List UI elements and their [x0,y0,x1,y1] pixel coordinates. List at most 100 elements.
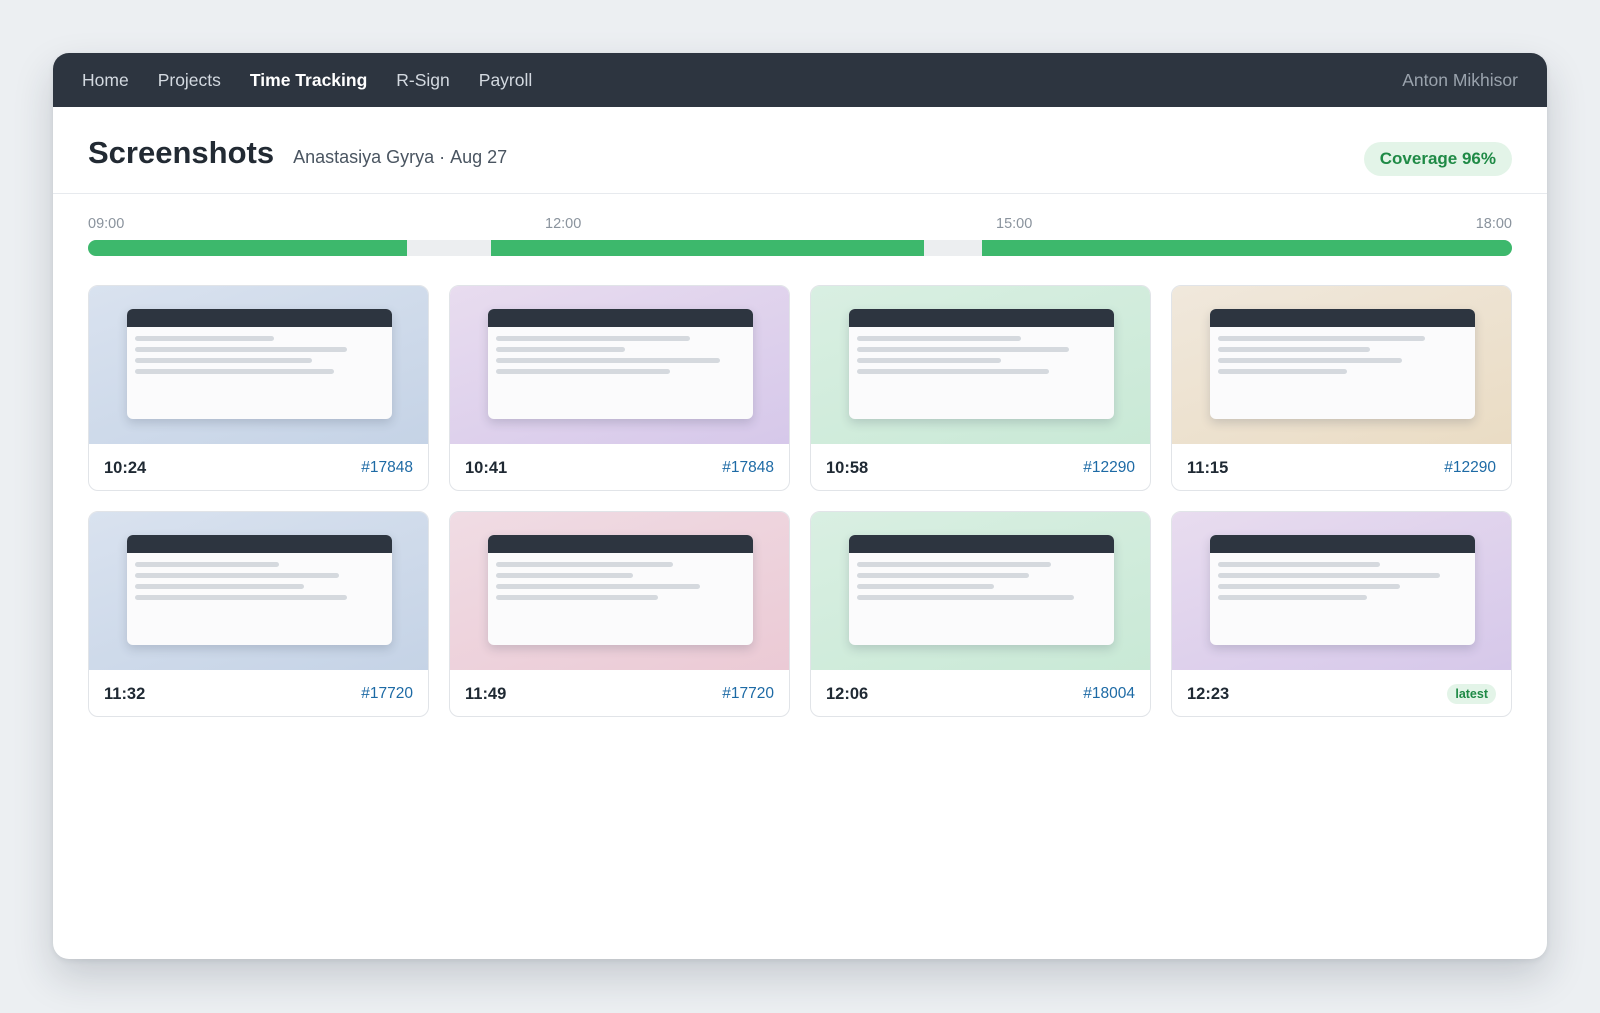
thumbnail-text-line [1218,369,1347,374]
screenshot-grid: 10:24 #17848 10:41 #17848 10:58 #12290 11:15 #1… [88,285,1512,717]
screenshot-card[interactable]: 12:23 latest [1171,511,1512,717]
screenshot-thumbnail[interactable] [89,512,428,670]
screenshot-time: 11:49 [465,684,507,703]
ticket-link[interactable]: #12290 [1083,459,1135,477]
timeline-tick: 12:00 [545,216,582,232]
header-divider [53,193,1547,194]
thumbnail-titlebar [127,309,392,327]
screenshot-card[interactable]: 10:58 #12290 [810,285,1151,491]
thumbnail-text-line [496,358,720,363]
thumbnail-text-line [857,573,1029,578]
screenshot-card[interactable]: 10:24 #17848 [88,285,429,491]
thumbnail-text-line [135,347,347,352]
thumbnail-window-preview [127,535,392,645]
timeline-tick: 18:00 [1475,216,1512,232]
screenshot-thumbnail[interactable] [1172,286,1511,444]
thumbnail-text-line [135,573,339,578]
card-footer: 11:15 #12290 [1172,444,1511,490]
thumbnail-text-line [1218,347,1370,352]
timeline-active-segment [491,240,924,256]
thumbnail-window-preview [849,535,1114,645]
thumbnail-titlebar [1210,535,1475,553]
thumbnail-text-line [1218,562,1380,567]
screenshot-card[interactable]: 11:49 #17720 [449,511,790,717]
thumbnail-text-line [857,358,1001,363]
ticket-link[interactable]: #12290 [1444,459,1496,477]
page-title: Screenshots [88,135,275,170]
nav-item-home[interactable]: Home [82,70,129,91]
ticket-link[interactable]: #17848 [361,459,413,477]
employee-name: Anastasiya Gyrya [293,147,435,167]
screenshot-thumbnail[interactable] [450,512,789,670]
thumbnail-titlebar [488,535,753,553]
screenshot-time: 12:06 [826,684,869,703]
thumbnail-text-line [135,595,347,600]
ticket-link[interactable]: #17720 [361,685,413,703]
thumbnail-text-line [857,369,1049,374]
timeline-active-segment [981,240,1512,256]
thumbnail-text-line [135,358,312,363]
ticket-link[interactable]: #17848 [722,459,774,477]
top-navigation: Home Projects Time Tracking R-Sign Payro… [53,53,1547,107]
card-footer: 12:23 latest [1172,670,1511,716]
thumbnail-text-line [135,336,274,341]
nav-item-time-tracking[interactable]: Time Tracking [250,70,367,91]
user-menu[interactable]: Anton Mikhisor [1402,70,1518,91]
app-window: Home Projects Time Tracking R-Sign Payro… [53,53,1547,959]
thumbnail-window-preview [127,309,392,419]
card-footer: 11:49 #17720 [450,670,789,716]
title-row: Screenshots Anastasiya Gyrya · Aug 27 [88,135,507,171]
card-footer: 11:32 #17720 [89,670,428,716]
thumbnail-text-line [1218,336,1425,341]
thumbnail-text-line [1218,358,1402,363]
thumbnail-text-line [496,595,658,600]
thumbnail-text-line [1218,584,1400,589]
page-subtitle: Anastasiya Gyrya · Aug 27 [293,147,507,168]
timeline-track [88,240,1512,256]
screenshot-time: 11:32 [104,684,146,703]
thumbnail-text-line [135,584,304,589]
thumbnail-text-line [496,369,670,374]
thumbnail-text-line [496,562,673,567]
thumbnail-text-line [857,562,1051,567]
thumbnail-text-line [1218,573,1440,578]
thumbnail-window-preview [1210,535,1475,645]
card-footer: 10:24 #17848 [89,444,428,490]
timeline-tick: 15:00 [996,216,1033,232]
nav-item-r-sign[interactable]: R-Sign [396,70,450,91]
ticket-link[interactable]: #17720 [722,685,774,703]
thumbnail-window-preview [849,309,1114,419]
timeline-active-segment [88,240,408,256]
screenshot-card[interactable]: 10:41 #17848 [449,285,790,491]
nav-item-projects[interactable]: Projects [158,70,221,91]
thumbnail-text-line [135,562,279,567]
screenshot-time: 10:41 [465,458,508,477]
thumbnail-window-preview [1210,309,1475,419]
screenshot-thumbnail[interactable] [811,512,1150,670]
screenshot-thumbnail[interactable] [89,286,428,444]
ticket-link[interactable]: #18004 [1083,685,1135,703]
thumbnail-text-line [496,573,633,578]
screenshot-card[interactable]: 11:15 #12290 [1171,285,1512,491]
thumbnail-titlebar [849,309,1114,327]
screenshot-thumbnail[interactable] [811,286,1150,444]
screenshot-time: 10:58 [826,458,869,477]
coverage-badge: Coverage 96% [1363,142,1512,176]
screenshot-card[interactable]: 12:06 #18004 [810,511,1151,717]
thumbnail-titlebar [849,535,1114,553]
thumbnail-text-line [1218,595,1367,600]
screenshot-card[interactable]: 11:32 #17720 [88,511,429,717]
screenshot-time: 10:24 [104,458,147,477]
thumbnail-window-preview [488,535,753,645]
thumbnail-text-line [135,369,334,374]
thumbnail-text-line [496,584,700,589]
screenshot-thumbnail[interactable] [450,286,789,444]
nav-item-payroll[interactable]: Payroll [479,70,533,91]
screenshot-thumbnail[interactable] [1172,512,1511,670]
report-date: Aug 27 [450,147,508,167]
card-footer: 10:41 #17848 [450,444,789,490]
subtitle-separator: · [439,147,446,167]
card-footer: 10:58 #12290 [811,444,1150,490]
screenshot-time: 12:23 [1187,684,1230,703]
thumbnail-text-line [496,336,690,341]
